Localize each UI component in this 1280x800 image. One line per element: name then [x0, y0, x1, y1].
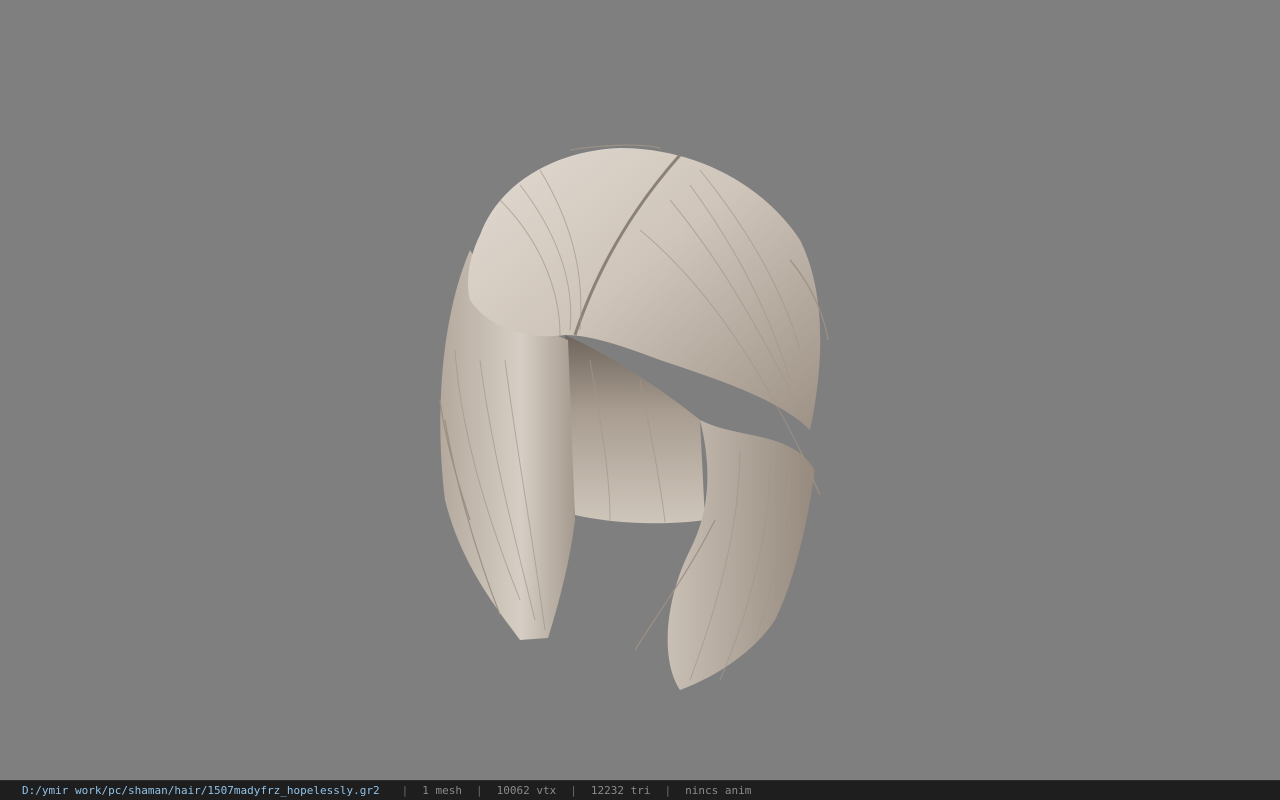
file-path-label: D:/ymir work/pc/shaman/hair/1507madyfrz_…	[22, 784, 380, 797]
status-separator: |	[476, 784, 483, 797]
status-bar: D:/ymir work/pc/shaman/hair/1507madyfrz_…	[0, 780, 1280, 800]
vertex-count-label: 10062 vtx	[496, 784, 557, 797]
status-separator: |	[570, 784, 577, 797]
mesh-count-label: 1 mesh	[422, 784, 462, 797]
3d-viewport[interactable]	[0, 0, 1280, 780]
status-separator: |	[401, 784, 409, 797]
animation-status-label: nincs anim	[685, 784, 752, 797]
triangle-count-label: 12232 tri	[590, 784, 651, 797]
status-separator: |	[664, 784, 672, 797]
hair-model-render[interactable]	[0, 0, 1280, 780]
